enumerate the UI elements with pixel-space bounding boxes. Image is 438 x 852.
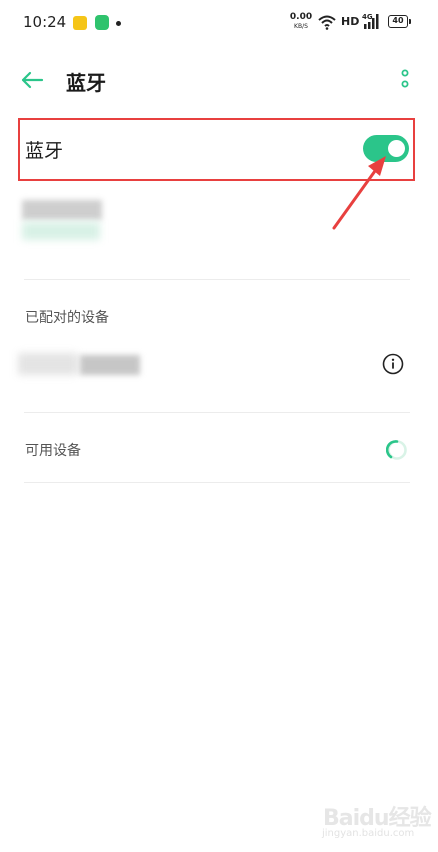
notification-app-icon <box>95 15 109 30</box>
wifi-icon <box>318 15 336 30</box>
paired-device-item[interactable] <box>18 345 410 385</box>
page-title: 蓝牙 <box>66 71 106 95</box>
more-vertical-icon <box>401 69 409 88</box>
status-bar: 10:24 0.00 KB/S HD 4G 40 <box>0 0 438 46</box>
info-icon <box>382 353 404 375</box>
status-time: 10:24 <box>23 13 67 31</box>
divider <box>24 279 410 280</box>
signal-label: 4G <box>362 13 373 21</box>
loading-spinner-icon <box>386 440 407 460</box>
network-speed-value: 0.00 <box>289 12 313 22</box>
notification-app-icon <box>73 16 87 30</box>
redacted-text <box>22 222 100 240</box>
toggle-knob <box>388 140 405 157</box>
redacted-text <box>22 200 102 220</box>
paired-device-name-redacted <box>18 353 168 377</box>
network-type-label: HD <box>341 15 360 28</box>
bluetooth-toggle-switch[interactable] <box>363 135 409 162</box>
watermark-url: jingyan.baidu.com <box>322 828 415 839</box>
notification-dot-icon <box>116 21 121 26</box>
available-devices-label: 可用设备 <box>25 443 81 459</box>
bluetooth-label: 蓝牙 <box>25 140 64 162</box>
annotation-highlight-box <box>18 118 415 181</box>
paired-devices-label: 已配对的设备 <box>25 310 109 326</box>
divider <box>24 482 410 483</box>
battery-icon: 40 <box>388 15 411 28</box>
redacted-text <box>18 353 78 375</box>
local-device-name-redacted <box>22 200 122 248</box>
network-speed: 0.00 KB/S <box>289 13 313 31</box>
more-options-button[interactable] <box>396 67 414 93</box>
back-button[interactable] <box>18 66 48 94</box>
signal-icon: 4G <box>362 13 379 29</box>
network-speed-unit: KB/S <box>294 23 308 30</box>
bluetooth-toggle-row[interactable]: 蓝牙 <box>18 118 415 181</box>
redacted-text <box>80 355 140 375</box>
divider <box>24 412 410 413</box>
back-arrow-icon <box>21 71 44 89</box>
device-info-button[interactable] <box>382 353 404 375</box>
